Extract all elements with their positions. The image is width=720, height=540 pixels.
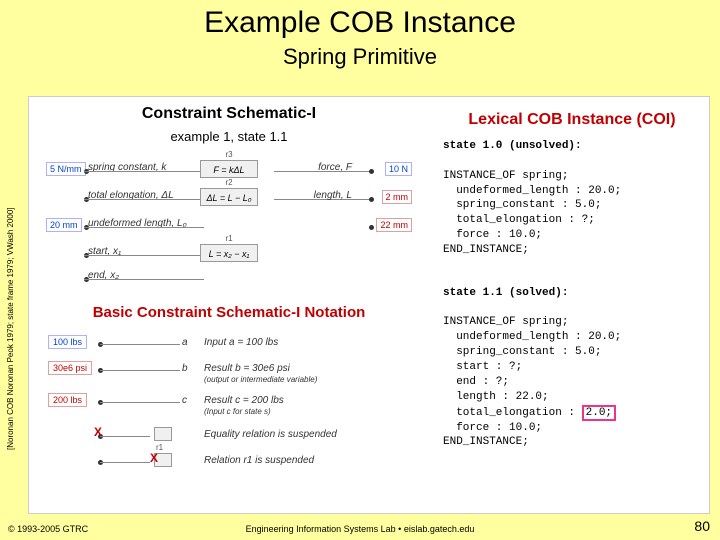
relation-box: ΔL = L − L₀ — [200, 188, 258, 206]
node-dot — [369, 169, 374, 174]
code-state-1-1: state 1.1 (solved): INSTANCE_OF spring; … — [443, 286, 701, 451]
value-tag: 2 mm — [382, 190, 413, 204]
connector-line — [100, 436, 150, 437]
notation-desc-sub: (output or intermediate variable) — [204, 375, 317, 384]
relation-box: F = kΔL — [200, 160, 258, 178]
relation-id: r2 — [225, 178, 232, 187]
result-box: 30e6 psi — [48, 361, 92, 375]
notation-row: 30e6 psi b Result b = 30e6 psi (output o… — [44, 359, 414, 381]
schematic-diagram: 5 N/mm spring constant, k r3 F = kΔL for… — [44, 152, 414, 292]
connector-line — [100, 402, 180, 403]
example-label: example 1, state 1.1 — [29, 123, 429, 144]
notation-row: 200 lbs c Result c = 200 lbs (Input c fo… — [44, 391, 414, 413]
connector-line — [84, 199, 204, 200]
connector-line — [84, 171, 204, 172]
code-body-pre: INSTANCE_OF spring; undeformed_length : … — [443, 316, 621, 418]
value-tag: 5 N/mm — [46, 162, 86, 176]
notation-desc: Result b = 30e6 psi — [204, 363, 290, 374]
relation-box: L = x₂ − x₁ — [200, 244, 258, 262]
left-heading: Constraint Schematic-I — [29, 97, 429, 123]
node-dot — [369, 225, 374, 230]
slide: Example COB Instance Spring Primitive [N… — [0, 0, 720, 540]
left-column: Constraint Schematic-I example 1, state … — [29, 97, 429, 513]
schematic-row: total elongation, ΔL r2 ΔL = L − L₀ leng… — [44, 186, 414, 214]
relation-id: r3 — [225, 150, 232, 159]
connector-line — [100, 370, 180, 371]
right-column: Lexical COB Instance (COI) state 1.0 (un… — [439, 97, 709, 513]
page-title: Example COB Instance — [0, 0, 720, 40]
result-box: 200 lbs — [48, 393, 87, 407]
input-box: 100 lbs — [48, 335, 87, 349]
relation-id: r1 — [225, 234, 232, 243]
highlighted-value: 2.0; — [582, 405, 616, 421]
page-subtitle: Spring Primitive — [0, 40, 720, 70]
suspend-x-icon: X — [150, 451, 158, 465]
var-label: length, L — [252, 190, 352, 201]
value-tag: 22 mm — [376, 218, 412, 232]
notation-desc-sub: (Input c for state s) — [204, 407, 271, 416]
state-title: state 1.0 (unsolved): — [443, 140, 582, 152]
var-name: b — [182, 363, 188, 374]
code-body: INSTANCE_OF spring; undeformed_length : … — [443, 170, 621, 256]
var-name: a — [182, 337, 188, 348]
notation-row: r1 X Relation r1 is suspended — [44, 451, 414, 473]
basic-notation-heading: Basic Constraint Schematic-I Notation — [29, 304, 429, 321]
notation-desc: Input a = 100 lbs — [204, 337, 278, 348]
connector-line — [100, 344, 180, 345]
code-state-1-0: state 1.0 (unsolved): INSTANCE_OF spring… — [443, 139, 701, 258]
relation-box — [154, 427, 172, 441]
content-area: Constraint Schematic-I example 1, state … — [28, 96, 710, 514]
schematic-row: end, x₂ — [44, 266, 414, 294]
code-body-post: force : 10.0; END_INSTANCE; — [443, 422, 542, 449]
var-name: c — [182, 395, 187, 406]
node-dot — [369, 197, 374, 202]
state-title: state 1.1 (solved): — [443, 287, 568, 299]
value-tag: 10 N — [385, 162, 412, 176]
notation-desc: Relation r1 is suspended — [204, 455, 314, 466]
page-number: 80 — [694, 518, 710, 534]
footer-org: Engineering Information Systems Lab • ei… — [0, 524, 720, 534]
value-tag: 20 mm — [46, 218, 82, 232]
notation-desc: Equality relation is suspended — [204, 429, 337, 440]
connector-line — [84, 255, 204, 256]
notation-row: X Equality relation is suspended — [44, 425, 414, 447]
notation-diagram: 100 lbs a Input a = 100 lbs 30e6 psi b R… — [44, 329, 414, 477]
notation-desc: Result c = 200 lbs — [204, 395, 284, 406]
connector-line — [100, 462, 150, 463]
connector-line — [84, 227, 204, 228]
notation-row: 100 lbs a Input a = 100 lbs — [44, 333, 414, 355]
var-label: force, F — [252, 162, 352, 173]
right-heading: Lexical COB Instance (COI) — [443, 103, 701, 129]
citation-sidebar: [Noronan COB Noronan Peok 1979; state fr… — [6, 170, 26, 450]
connector-line — [84, 279, 204, 280]
